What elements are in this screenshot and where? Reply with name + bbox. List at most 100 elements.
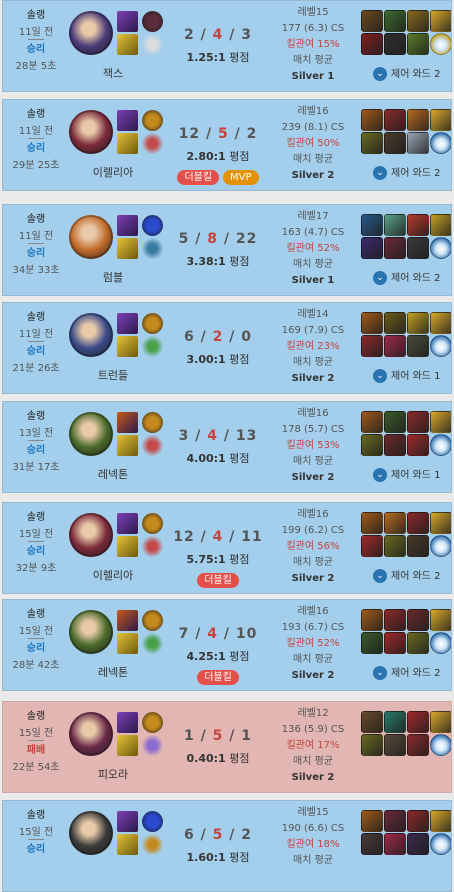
match-card[interactable]: 솔랭 15일 전 승리 6 / 5 / 2 1.60:1 평점 레벨15 190 (6.6)… xyxy=(2,800,452,892)
item-icon[interactable] xyxy=(430,109,451,131)
match-card[interactable]: 솔랭 15일 전 승리 28분 42초 레넥톤 7 / 4 / 10 4.25:1 평점 더블… xyxy=(2,599,452,691)
item-icon[interactable] xyxy=(430,609,451,631)
match-card[interactable]: 솔랭 11일 전 승리 21분 26초 트런들 6 / 2 / 0 3.00:1 평점 레벨1… xyxy=(2,302,452,394)
secondary-rune-icon[interactable] xyxy=(142,336,163,357)
item-icon[interactable] xyxy=(430,833,451,855)
secondary-rune-icon[interactable] xyxy=(142,238,163,259)
item-icon[interactable] xyxy=(430,132,451,154)
item-icon[interactable] xyxy=(407,734,429,756)
summoner-spell-icon[interactable] xyxy=(117,712,138,733)
item-icon[interactable] xyxy=(430,411,451,433)
item-icon[interactable] xyxy=(361,535,383,557)
champion-portrait[interactable] xyxy=(69,11,113,55)
item-icon[interactable] xyxy=(361,711,383,733)
item-icon[interactable] xyxy=(430,10,451,32)
item-icon[interactable] xyxy=(407,512,429,534)
champion-portrait[interactable] xyxy=(69,215,113,259)
summoner-spell-icon[interactable] xyxy=(117,536,138,557)
item-icon[interactable] xyxy=(384,33,406,55)
item-icon[interactable] xyxy=(407,335,429,357)
summoner-spell-icon[interactable] xyxy=(117,435,138,456)
item-icon[interactable] xyxy=(407,312,429,334)
item-icon[interactable] xyxy=(361,33,383,55)
summoner-spell-icon[interactable] xyxy=(117,11,138,32)
item-icon[interactable] xyxy=(430,734,451,756)
secondary-rune-icon[interactable] xyxy=(142,633,163,654)
item-icon[interactable] xyxy=(407,10,429,32)
item-icon[interactable] xyxy=(384,434,406,456)
item-icon[interactable] xyxy=(430,512,451,534)
champion-portrait[interactable] xyxy=(69,412,113,456)
summoner-spell-icon[interactable] xyxy=(117,238,138,259)
item-icon[interactable] xyxy=(384,632,406,654)
item-icon[interactable] xyxy=(361,833,383,855)
item-icon[interactable] xyxy=(430,214,451,236)
keystone-rune-icon[interactable] xyxy=(142,215,163,236)
summoner-spell-icon[interactable] xyxy=(117,610,138,631)
item-icon[interactable] xyxy=(407,833,429,855)
item-icon[interactable] xyxy=(430,711,451,733)
item-icon[interactable] xyxy=(361,10,383,32)
match-card[interactable]: 솔랭 15일 전 승리 32분 9초 이렐리아 12 / 4 / 11 5.75:1 평점 더… xyxy=(2,502,452,594)
item-icon[interactable] xyxy=(407,434,429,456)
item-icon[interactable] xyxy=(361,632,383,654)
item-icon[interactable] xyxy=(384,214,406,236)
item-icon[interactable] xyxy=(430,33,451,55)
item-icon[interactable] xyxy=(384,609,406,631)
secondary-rune-icon[interactable] xyxy=(142,834,163,855)
secondary-rune-icon[interactable] xyxy=(142,435,163,456)
item-icon[interactable] xyxy=(384,512,406,534)
item-icon[interactable] xyxy=(407,411,429,433)
summoner-spell-icon[interactable] xyxy=(117,633,138,654)
item-icon[interactable] xyxy=(384,132,406,154)
keystone-rune-icon[interactable] xyxy=(142,11,163,32)
item-icon[interactable] xyxy=(407,711,429,733)
item-icon[interactable] xyxy=(430,434,451,456)
secondary-rune-icon[interactable] xyxy=(142,133,163,154)
match-card[interactable]: 솔랭 11일 전 승리 29분 25초 이렐리아 12 / 5 / 2 2.80:1 평점 더… xyxy=(2,99,452,191)
summoner-spell-icon[interactable] xyxy=(117,834,138,855)
item-icon[interactable] xyxy=(407,214,429,236)
item-icon[interactable] xyxy=(384,711,406,733)
item-icon[interactable] xyxy=(430,335,451,357)
item-icon[interactable] xyxy=(361,214,383,236)
keystone-rune-icon[interactable] xyxy=(142,811,163,832)
item-icon[interactable] xyxy=(361,312,383,334)
match-card[interactable]: 솔랭 11일 전 승리 28분 5초 잭스 2 / 4 / 3 1.25:1 평점 레벨15 1… xyxy=(2,0,452,92)
item-icon[interactable] xyxy=(361,512,383,534)
keystone-rune-icon[interactable] xyxy=(142,412,163,433)
item-icon[interactable] xyxy=(384,109,406,131)
item-icon[interactable] xyxy=(384,237,406,259)
summoner-spell-icon[interactable] xyxy=(117,133,138,154)
item-icon[interactable] xyxy=(407,33,429,55)
item-icon[interactable] xyxy=(384,312,406,334)
item-icon[interactable] xyxy=(430,237,451,259)
item-icon[interactable] xyxy=(361,434,383,456)
match-card[interactable]: 솔랭 15일 전 패배 22분 54초 피오라 1 / 5 / 1 0.40:1 평점 레벨1… xyxy=(2,701,452,793)
item-icon[interactable] xyxy=(361,237,383,259)
item-icon[interactable] xyxy=(361,109,383,131)
keystone-rune-icon[interactable] xyxy=(142,513,163,534)
item-icon[interactable] xyxy=(430,535,451,557)
match-card[interactable]: 솔랭 13일 전 승리 31분 17초 레넥톤 3 / 4 / 13 4.00:1 평점 레벨… xyxy=(2,401,452,493)
keystone-rune-icon[interactable] xyxy=(142,110,163,131)
item-icon[interactable] xyxy=(384,833,406,855)
item-icon[interactable] xyxy=(384,335,406,357)
item-icon[interactable] xyxy=(430,810,451,832)
summoner-spell-icon[interactable] xyxy=(117,313,138,334)
summoner-spell-icon[interactable] xyxy=(117,735,138,756)
champion-portrait[interactable] xyxy=(69,110,113,154)
item-icon[interactable] xyxy=(407,132,429,154)
item-icon[interactable] xyxy=(361,335,383,357)
summoner-spell-icon[interactable] xyxy=(117,336,138,357)
secondary-rune-icon[interactable] xyxy=(142,536,163,557)
item-icon[interactable] xyxy=(407,609,429,631)
keystone-rune-icon[interactable] xyxy=(142,712,163,733)
item-icon[interactable] xyxy=(407,632,429,654)
item-icon[interactable] xyxy=(384,810,406,832)
champion-portrait[interactable] xyxy=(69,811,113,855)
summoner-spell-icon[interactable] xyxy=(117,412,138,433)
champion-portrait[interactable] xyxy=(69,712,113,756)
summoner-spell-icon[interactable] xyxy=(117,34,138,55)
item-icon[interactable] xyxy=(407,535,429,557)
